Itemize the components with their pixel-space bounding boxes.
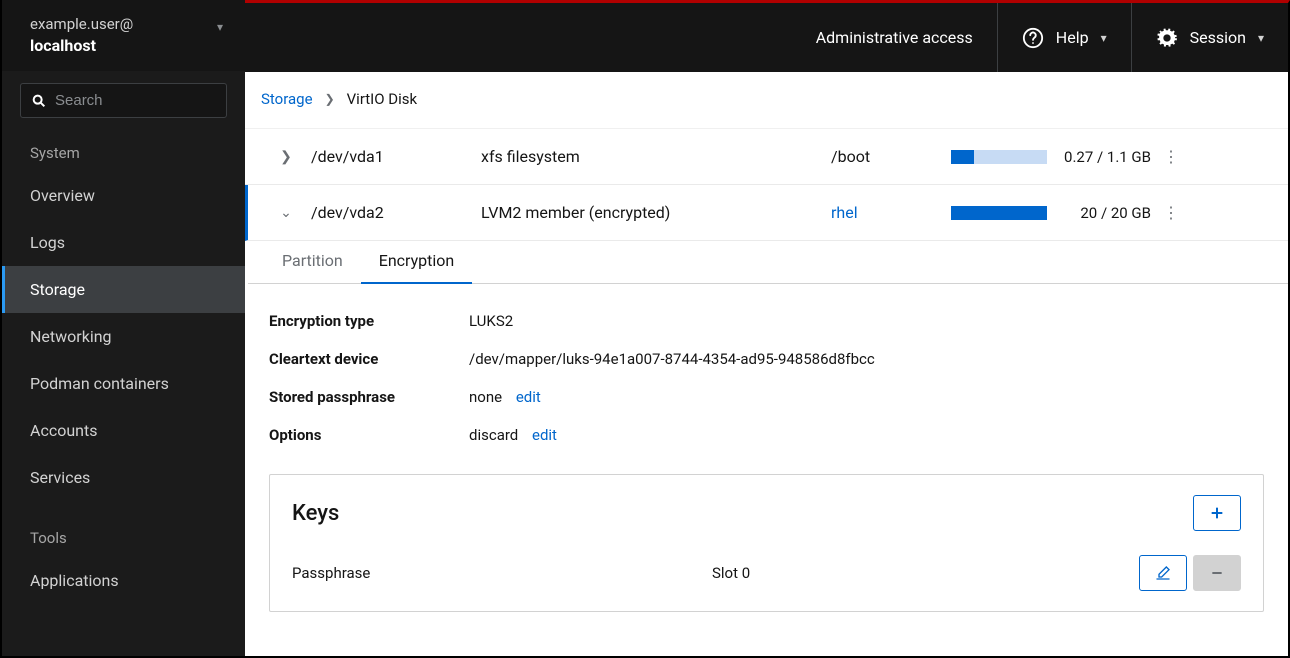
encryption-details: Encryption type LUKS2 Cleartext device /…	[245, 284, 1288, 462]
sidebar: example.user@ localhost ▾ System Overvie…	[0, 0, 245, 658]
caret-down-icon: ▾	[217, 20, 223, 34]
search-icon	[31, 93, 47, 109]
sidebar-item-services[interactable]: Services	[2, 454, 245, 501]
minus-icon	[1209, 565, 1225, 581]
admin-access-label: Administrative access	[816, 28, 973, 47]
partition-size: 0.27 / 1.1 GB	[1051, 148, 1151, 166]
partition-size: 20 / 20 GB	[1051, 204, 1151, 222]
partition-device: /dev/vda2	[311, 203, 481, 222]
session-label: Session	[1190, 28, 1246, 47]
sidebar-item-podman[interactable]: Podman containers	[2, 360, 245, 407]
gear-icon	[1156, 27, 1178, 49]
key-slot: Slot 0	[712, 564, 1139, 582]
volume-group-link[interactable]: rhel	[831, 203, 858, 222]
sidebar-item-storage[interactable]: Storage	[2, 266, 245, 313]
encryption-type-value: LUKS2	[469, 312, 1264, 330]
tab-partition[interactable]: Partition	[264, 241, 361, 284]
admin-access-button[interactable]: Administrative access	[792, 3, 997, 72]
breadcrumb-parent[interactable]: Storage	[261, 90, 313, 108]
stored-passphrase-value: none	[469, 388, 502, 406]
key-type: Passphrase	[292, 564, 712, 582]
encryption-type-label: Encryption type	[269, 312, 469, 330]
cleartext-device-label: Cleartext device	[269, 350, 469, 368]
caret-down-icon: ▾	[1258, 31, 1264, 45]
remove-key-button[interactable]	[1193, 555, 1241, 591]
partition-device: /dev/vda1	[311, 147, 481, 166]
edit-icon	[1155, 565, 1171, 581]
nav-section-system: System	[2, 130, 245, 172]
chevron-right-icon: ❯	[325, 92, 335, 106]
options-value: discard	[469, 426, 518, 444]
partition-row[interactable]: ❯ /dev/vda1 xfs filesystem /boot 0.27 / …	[245, 129, 1288, 185]
detail-tabs: Partition Encryption	[248, 241, 1288, 284]
kebab-menu-icon[interactable]: ⋮	[1151, 203, 1191, 222]
help-menu[interactable]: Help ▾	[997, 3, 1131, 72]
sidebar-item-accounts[interactable]: Accounts	[2, 407, 245, 454]
breadcrumb: Storage ❯ VirtIO Disk	[245, 72, 1288, 129]
options-label: Options	[269, 426, 469, 444]
sidebar-item-logs[interactable]: Logs	[2, 219, 245, 266]
main-area: Administrative access Help ▾ Session ▾ S…	[245, 0, 1290, 658]
caret-down-icon: ▾	[1101, 31, 1107, 45]
search-input[interactable]	[55, 92, 254, 109]
tab-encryption[interactable]: Encryption	[361, 241, 473, 284]
plus-icon	[1209, 505, 1225, 521]
keys-heading: Keys	[292, 501, 339, 526]
keys-card: Keys Passphrase Slot 0	[269, 474, 1264, 612]
search-field[interactable]	[20, 83, 227, 118]
usage-bar	[951, 150, 1051, 164]
kebab-menu-icon[interactable]: ⋮	[1151, 147, 1191, 166]
chevron-down-icon[interactable]: ⌄	[261, 205, 311, 221]
user-host: localhost	[30, 35, 133, 57]
sidebar-item-overview[interactable]: Overview	[2, 172, 245, 219]
partition-type: LVM2 member (encrypted)	[481, 203, 831, 222]
stored-passphrase-label: Stored passphrase	[269, 388, 469, 406]
usage-bar	[951, 206, 1051, 220]
breadcrumb-current: VirtIO Disk	[347, 90, 418, 108]
edit-passphrase-link[interactable]: edit	[516, 388, 541, 406]
sidebar-item-applications[interactable]: Applications	[2, 557, 245, 604]
partition-mount: rhel	[831, 203, 951, 222]
sidebar-item-networking[interactable]: Networking	[2, 313, 245, 360]
nav-section-tools: Tools	[2, 515, 245, 557]
partition-mount: /boot	[831, 147, 951, 166]
edit-options-link[interactable]: edit	[532, 426, 557, 444]
add-key-button[interactable]	[1193, 495, 1241, 531]
help-icon	[1022, 27, 1044, 49]
user-at: example.user@	[30, 14, 133, 35]
partition-row[interactable]: ⌄ /dev/vda2 LVM2 member (encrypted) rhel…	[245, 185, 1288, 241]
edit-key-button[interactable]	[1139, 555, 1187, 591]
content: ❯ /dev/vda1 xfs filesystem /boot 0.27 / …	[245, 129, 1288, 656]
session-menu[interactable]: Session ▾	[1131, 3, 1288, 72]
help-label: Help	[1056, 28, 1089, 47]
topbar: Administrative access Help ▾ Session ▾	[245, 3, 1288, 72]
partition-type: xfs filesystem	[481, 147, 831, 166]
cleartext-device-value: /dev/mapper/luks-94e1a007-8744-4354-ad95…	[469, 350, 1264, 368]
sidebar-user-switcher[interactable]: example.user@ localhost ▾	[2, 0, 245, 71]
chevron-right-icon[interactable]: ❯	[261, 149, 311, 165]
key-row: Passphrase Slot 0	[292, 555, 1241, 591]
